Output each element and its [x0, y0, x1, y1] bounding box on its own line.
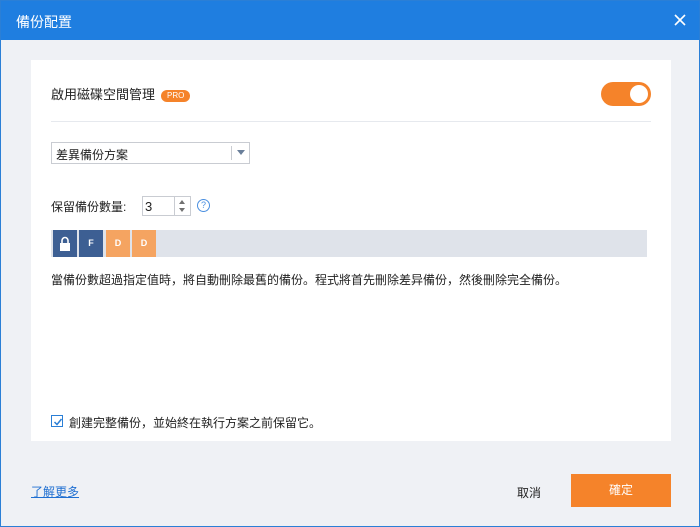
- pro-badge: PRO: [161, 90, 191, 102]
- learn-more-link[interactable]: 了解更多: [31, 483, 79, 500]
- settings-panel: 啟用磁碟空間管理 PRO 差異備份方案 保留備份數量: 3 ? F D D 當備份: [31, 60, 671, 441]
- full-backup-block: F: [79, 230, 103, 257]
- disk-management-row: 啟用磁碟空間管理 PRO: [51, 84, 191, 103]
- confirm-button[interactable]: 確定: [571, 474, 671, 507]
- scheme-select[interactable]: 差異備份方案: [51, 142, 250, 164]
- create-full-backup-label: 創建完整備份，並始終在執行方案之前保留它。: [69, 416, 322, 430]
- divider: [51, 121, 651, 122]
- disk-management-label: 啟用磁碟空間管理: [51, 87, 156, 102]
- title-bar: 備份配置: [1, 1, 699, 40]
- stepper-buttons: [174, 197, 190, 215]
- retention-note: 當備份數超過指定值時，將自動刪除最舊的備份。程式將首先刪除差异備份，然後刪除完全…: [51, 273, 568, 287]
- help-icon[interactable]: ?: [197, 199, 210, 212]
- cancel-button[interactable]: 取消: [517, 484, 541, 501]
- differential-backup-block: D: [106, 230, 130, 257]
- disk-management-toggle[interactable]: [601, 82, 651, 106]
- toggle-knob: [630, 85, 648, 103]
- retention-label: 保留備份數量:: [51, 200, 127, 214]
- retention-stepper[interactable]: 3: [142, 196, 191, 216]
- select-separator: [231, 146, 232, 160]
- retention-value[interactable]: 3: [145, 199, 152, 214]
- differential-backup-block: D: [132, 230, 156, 257]
- checkbox[interactable]: [51, 415, 63, 427]
- dialog-title: 備份配置: [16, 14, 72, 30]
- stepper-down-icon[interactable]: [179, 208, 185, 212]
- lock-icon: [53, 230, 77, 257]
- backup-chain-bar: F D D: [51, 230, 647, 257]
- stepper-up-icon[interactable]: [179, 200, 185, 204]
- close-icon[interactable]: [669, 9, 691, 31]
- scheme-select-value: 差異備份方案: [56, 148, 129, 162]
- chevron-down-icon: [237, 150, 245, 155]
- backup-config-dialog: 備份配置 啟用磁碟空間管理 PRO 差異備份方案 保留備份數量: 3 ? F D…: [0, 0, 700, 527]
